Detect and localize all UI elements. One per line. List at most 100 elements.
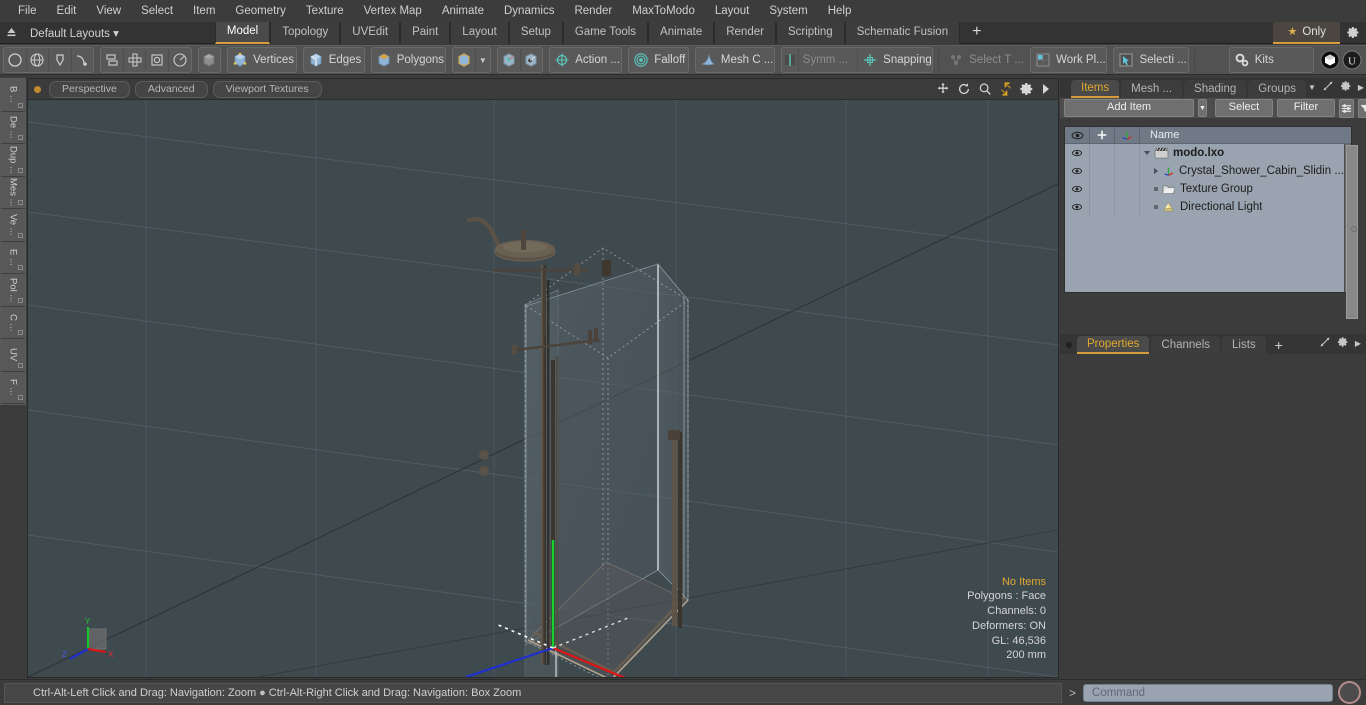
- menu-item-system[interactable]: System: [759, 0, 817, 22]
- zoom-icon[interactable]: [978, 82, 992, 96]
- solid-cube-icon[interactable]: [199, 49, 221, 71]
- vertices-mode-button[interactable]: Vertices: [227, 47, 297, 73]
- vertices-mode[interactable]: Vertices: [228, 49, 296, 71]
- tab-items[interactable]: Items: [1071, 80, 1120, 98]
- viewport-textures-button[interactable]: Viewport Textures: [212, 80, 322, 98]
- item-list-scrollbar[interactable]: [1343, 144, 1358, 319]
- edges-mode[interactable]: Edges: [304, 49, 364, 71]
- scrollbar-thumb[interactable]: [1345, 145, 1358, 319]
- menu-item-layout[interactable]: Layout: [705, 0, 760, 22]
- list-item[interactable]: Texture Group: [1140, 183, 1253, 195]
- tab-lists[interactable]: Lists: [1222, 336, 1266, 354]
- only-toggle-button[interactable]: ★ Only: [1273, 21, 1340, 44]
- vtab-uv[interactable]: UV: [1, 339, 25, 372]
- menu-item-help[interactable]: Help: [818, 0, 862, 22]
- panel-menu-dot-icon[interactable]: [1066, 342, 1072, 348]
- row-eye-toggle[interactable]: [1065, 144, 1090, 162]
- vtab-fusion[interactable]: F ...: [1, 371, 25, 404]
- eye-icon[interactable]: [1065, 127, 1090, 143]
- menu-item-view[interactable]: View: [86, 0, 131, 22]
- gear-icon[interactable]: [1337, 336, 1349, 351]
- list-item[interactable]: Directional Light: [1140, 201, 1262, 213]
- layout-tab-uvedit[interactable]: UVEdit: [340, 21, 401, 44]
- viewport-canvas[interactable]: Y X Z No Items Polygons : Face Channels:…: [28, 100, 1058, 677]
- add-item-dropdown[interactable]: ▼: [1198, 99, 1207, 117]
- layout-tab-setup[interactable]: Setup: [508, 21, 563, 44]
- expand-icon[interactable]: [1319, 336, 1331, 351]
- row-axis-toggle[interactable]: [1115, 180, 1140, 198]
- radial-icon[interactable]: [169, 49, 191, 71]
- tab-channels[interactable]: Channels: [1151, 336, 1221, 354]
- menu-item-select[interactable]: Select: [131, 0, 183, 22]
- row-lock-toggle[interactable]: [1090, 180, 1115, 198]
- rotate-icon[interactable]: [957, 82, 971, 96]
- menu-item-item[interactable]: Item: [183, 0, 225, 22]
- table-row[interactable]: modo.lxo: [1065, 144, 1344, 162]
- add-item-button[interactable]: Add Item: [1064, 99, 1194, 117]
- gear-icon[interactable]: [1340, 22, 1366, 44]
- layout-tab-scripting[interactable]: Scripting: [775, 21, 845, 44]
- expand-icon[interactable]: [1322, 80, 1334, 95]
- item-list[interactable]: Name modo.lxo Crystal_Shower_Cabin_Slidi…: [1064, 126, 1358, 319]
- select-through[interactable]: Select T ...: [944, 49, 1024, 71]
- polygons-mode[interactable]: Polygons: [372, 49, 445, 71]
- fit-icon[interactable]: [999, 82, 1013, 96]
- row-lock-toggle[interactable]: [1090, 198, 1115, 216]
- vtab-mesh-edit[interactable]: Mes ...: [1, 176, 25, 209]
- menu-item-texture[interactable]: Texture: [296, 0, 354, 22]
- edges-mode-button[interactable]: Edges: [302, 47, 365, 73]
- viewport-shading-button[interactable]: Advanced: [134, 80, 208, 98]
- lock-icon[interactable]: [1090, 127, 1115, 143]
- list-item[interactable]: Crystal_Shower_Cabin_Slidin ...: [1140, 165, 1344, 177]
- tab-groups[interactable]: Groups: [1248, 80, 1306, 98]
- duplicate-icon[interactable]: [101, 49, 124, 71]
- viewport-projection-button[interactable]: Perspective: [49, 80, 130, 98]
- menu-item-geometry[interactable]: Geometry: [225, 0, 296, 22]
- work-plane-button[interactable]: Work Pl...: [1030, 47, 1108, 73]
- play-icon[interactable]: [1041, 83, 1051, 95]
- add-layout-tab-button[interactable]: +: [960, 22, 993, 44]
- modo-icon[interactable]: [1319, 49, 1342, 71]
- 3d-viewport[interactable]: Perspective Advanced Viewport Textures Y…: [27, 78, 1059, 678]
- polygons-mode-button[interactable]: Polygons: [370, 47, 447, 73]
- chevron-down-icon[interactable]: ▼: [476, 49, 490, 71]
- select-button[interactable]: Select: [1214, 99, 1273, 117]
- snapping[interactable]: Snapping: [858, 49, 932, 71]
- select-through-button[interactable]: Select T ...: [944, 48, 1024, 72]
- pivot-axis-icon[interactable]: [521, 49, 543, 71]
- pan-icon[interactable]: [936, 82, 950, 96]
- globe-icon[interactable]: [27, 49, 50, 71]
- kits-button[interactable]: Kits: [1228, 47, 1314, 73]
- menu-item-edit[interactable]: Edit: [47, 0, 87, 22]
- row-lock-toggle[interactable]: [1090, 162, 1115, 180]
- layout-tab-render[interactable]: Render: [714, 21, 776, 44]
- action-center-button[interactable]: Action ...: [549, 47, 623, 73]
- vtab-polygon[interactable]: Pol ...: [1, 274, 25, 307]
- funnel-icon[interactable]: [1357, 98, 1366, 118]
- chevron-down-icon[interactable]: ▼: [1308, 83, 1316, 92]
- row-axis-toggle[interactable]: [1115, 144, 1140, 162]
- chevron-right-icon[interactable]: [1154, 168, 1158, 174]
- record-circle-icon[interactable]: [1338, 681, 1361, 704]
- row-axis-toggle[interactable]: [1115, 162, 1140, 180]
- command-input[interactable]: Command: [1083, 683, 1333, 702]
- viewport-menu-dot-icon[interactable]: [34, 85, 41, 93]
- mesh-constraint-button[interactable]: Mesh C ...: [694, 47, 775, 73]
- axis-icon[interactable]: [1115, 127, 1140, 143]
- table-row[interactable]: Directional Light: [1065, 198, 1344, 216]
- tab-mesh-ops[interactable]: Mesh ...: [1121, 80, 1183, 98]
- row-eye-toggle[interactable]: [1065, 198, 1090, 216]
- vtab-curve[interactable]: C ...: [1, 306, 25, 339]
- layout-tab-layout[interactable]: Layout: [450, 21, 509, 44]
- add-properties-tab-button[interactable]: +: [1268, 336, 1290, 354]
- circle-icon[interactable]: [4, 49, 27, 71]
- tab-shading[interactable]: Shading: [1184, 80, 1247, 98]
- layout-tab-animate[interactable]: Animate: [648, 21, 715, 44]
- layout-tab-paint[interactable]: Paint: [400, 21, 451, 44]
- layout-tab-model[interactable]: Model: [214, 21, 271, 44]
- menu-item-maxtomodo[interactable]: MaxToModo: [622, 0, 705, 22]
- layout-tab-game-tools[interactable]: Game Tools: [562, 21, 649, 44]
- play-icon[interactable]: ▶: [1355, 339, 1361, 348]
- list-options-icon[interactable]: [1338, 98, 1354, 118]
- tab-properties[interactable]: Properties: [1077, 336, 1150, 354]
